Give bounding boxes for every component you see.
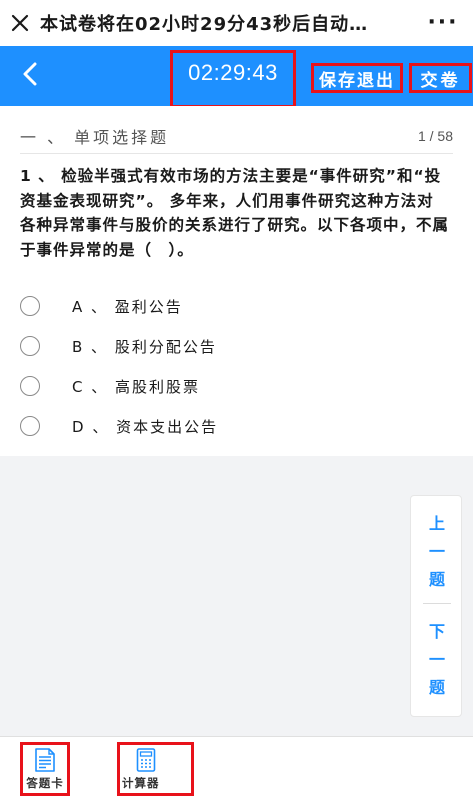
calculator-button[interactable]: 计算器 <box>117 742 194 796</box>
option-c[interactable]: C 、 高股利股票 <box>20 366 440 406</box>
page-title: 本试卷将在02小时29分43秒后自动… <box>40 14 369 35</box>
close-icon[interactable] <box>0 0 40 46</box>
calculator-icon <box>136 747 156 772</box>
prev-char: 一 <box>428 542 445 561</box>
next-question-button[interactable]: 下 一 题 <box>411 608 463 708</box>
radio-button[interactable] <box>20 336 40 356</box>
next-char: 题 <box>428 678 445 697</box>
calculator-label: 计算器 <box>122 775 160 790</box>
question-text: 1 、 检验半强式有效市场的方法主要是“事件研究”和“投资基金表现研究”。 多年… <box>20 167 450 259</box>
section-header: 一 、 单项选择题 1 / 58 <box>20 118 453 154</box>
option-label: A 、 盈利公告 <box>72 297 183 316</box>
option-d[interactable]: D 、 资本支出公告 <box>20 406 440 446</box>
bottom-toolbar: 答题卡 计算器 <box>0 736 473 800</box>
more-menu-button[interactable]: ··· <box>413 0 473 46</box>
submit-exam-button[interactable]: 交卷 <box>409 63 472 93</box>
next-char: 下 <box>428 622 445 641</box>
option-label: D 、 资本支出公告 <box>72 417 219 436</box>
options-list: A 、 盈利公告 B 、 股利分配公告 C 、 高股利股票 D 、 资本支出公告 <box>20 286 440 446</box>
exam-header: 02:29:43 保存退出 交卷 <box>0 46 473 108</box>
title-bar: 本试卷将在02小时29分43秒后自动… ··· <box>0 0 473 46</box>
question-progress: 1 / 58 <box>417 127 453 144</box>
option-a[interactable]: A 、 盈利公告 <box>20 286 440 326</box>
radio-button[interactable] <box>20 296 40 316</box>
answer-sheet-icon <box>35 747 55 772</box>
answer-card-button[interactable]: 答题卡 <box>20 742 70 796</box>
option-b[interactable]: B 、 股利分配公告 <box>20 326 440 366</box>
save-exit-button[interactable]: 保存退出 <box>311 63 403 93</box>
option-label: C 、 高股利股票 <box>72 377 201 396</box>
nav-divider <box>423 603 451 604</box>
countdown-timer: 02:29:43 <box>170 50 296 108</box>
question-panel: 一 、 单项选择题 1 / 58 1 、 检验半强式有效市场的方法主要是“事件研… <box>0 106 473 456</box>
question-nav: 上 一 题 下 一 题 <box>410 495 462 717</box>
section-title: 一 、 单项选择题 <box>20 127 170 147</box>
radio-button[interactable] <box>20 376 40 396</box>
prev-question-button[interactable]: 上 一 题 <box>411 500 463 600</box>
answer-card-label: 答题卡 <box>26 775 64 790</box>
prev-char: 题 <box>428 570 445 589</box>
chevron-left-icon <box>23 62 37 86</box>
next-char: 一 <box>428 650 445 669</box>
prev-char: 上 <box>428 514 445 533</box>
option-label: B 、 股利分配公告 <box>72 337 217 356</box>
radio-button[interactable] <box>20 416 40 436</box>
back-button[interactable] <box>12 56 48 92</box>
